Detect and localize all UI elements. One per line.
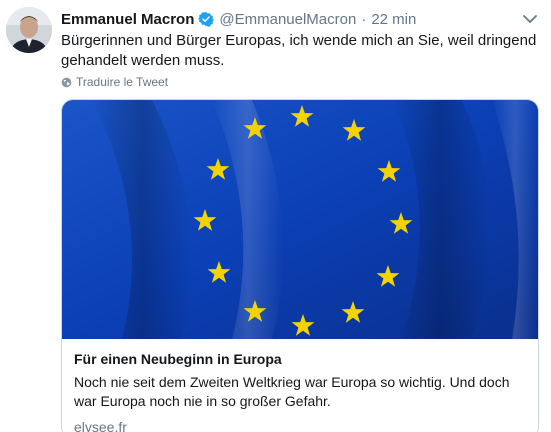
author-name[interactable]: Emmanuel Macron bbox=[61, 11, 194, 28]
card-description: Noch nie seit dem Zweiten Weltkrieg war … bbox=[74, 374, 510, 409]
card-body: Für einen Neubeginn in Europa Noch nie s… bbox=[62, 350, 538, 432]
eu-flag-image bbox=[62, 100, 538, 339]
tweet-timestamp[interactable]: 22 min bbox=[371, 11, 416, 28]
card-title: Für einen Neubeginn in Europa bbox=[74, 351, 282, 367]
chevron-down-icon[interactable] bbox=[523, 12, 537, 26]
globe-icon bbox=[61, 77, 72, 87]
header-separator: · bbox=[361, 10, 367, 28]
link-card[interactable]: Für einen Neubeginn in Europa Noch nie s… bbox=[61, 99, 539, 432]
tweet[interactable]: Emmanuel Macron @EmmanuelMacron · 22 min… bbox=[0, 0, 551, 432]
author-handle[interactable]: @EmmanuelMacron bbox=[219, 11, 356, 28]
avatar-image bbox=[6, 7, 52, 53]
translate-label: Traduire le Tweet bbox=[76, 75, 169, 89]
translate-tweet-link[interactable]: Traduire le Tweet bbox=[61, 75, 168, 89]
verified-badge-icon bbox=[198, 11, 215, 27]
card-domain: elysee.fr bbox=[74, 419, 127, 432]
tweet-text: Bürgerinnen und Bürger Europas, ich wend… bbox=[61, 32, 537, 69]
tweet-header: Emmanuel Macron @EmmanuelMacron · 22 min bbox=[61, 9, 416, 29]
avatar[interactable] bbox=[6, 7, 52, 53]
